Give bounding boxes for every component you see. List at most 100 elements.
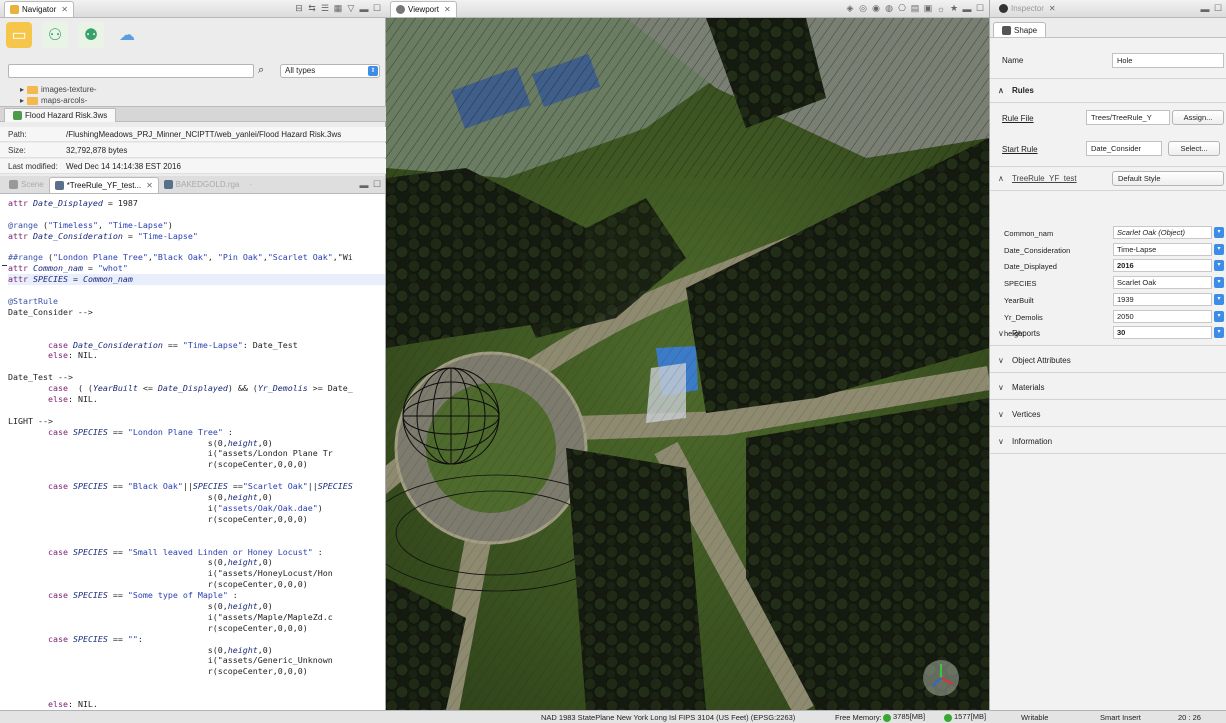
code-line[interactable] xyxy=(8,329,385,340)
collapse-all-icon[interactable]: ⊟ xyxy=(294,3,304,14)
code-line[interactable]: attr Date_Displayed = 1987 xyxy=(8,198,385,209)
section-header-reports[interactable]: ∨ Reports xyxy=(990,321,1226,346)
add-user-icon[interactable]: ⚇ xyxy=(42,22,68,48)
navigator-tab[interactable]: Navigator ✕ xyxy=(4,0,74,17)
viewport-tab[interactable]: Viewport ✕ xyxy=(390,0,457,17)
code-line[interactable] xyxy=(8,361,385,372)
lighting-icon[interactable]: ☼ xyxy=(936,4,946,14)
bookmark-star-icon[interactable]: ★ xyxy=(949,3,959,14)
start-rule-field[interactable]: Date_Consider xyxy=(1086,141,1162,156)
code-line[interactable] xyxy=(8,677,385,688)
attribute-value[interactable]: 2016 xyxy=(1113,259,1212,273)
attribute-dropdown-icon[interactable]: ▾ xyxy=(1214,310,1224,322)
code-line[interactable]: @range ("Timeless", "Time-Lapse") xyxy=(8,220,385,231)
code-line[interactable]: s(0,height,0) xyxy=(8,645,385,656)
maximize-icon[interactable]: ☐ xyxy=(372,3,382,14)
expand-arrow-icon[interactable]: ▸ xyxy=(20,96,24,105)
expand-arrow-icon[interactable]: ▸ xyxy=(20,85,24,94)
cloud-icon[interactable]: ☁ xyxy=(114,22,140,48)
textures-icon[interactable]: ◍ xyxy=(884,3,894,14)
code-line[interactable]: Date_Consider --> xyxy=(8,307,385,318)
open-folder-icon[interactable]: ▭ xyxy=(6,22,32,48)
code-line[interactable]: case SPECIES == "": xyxy=(8,634,385,645)
close-icon[interactable]: ✕ xyxy=(146,181,153,190)
code-line[interactable]: r(scopeCenter,0,0,0) xyxy=(8,514,385,525)
tree-item[interactable]: ▸ images-texture- xyxy=(20,85,97,94)
filter-icon[interactable]: ☰ xyxy=(320,3,330,14)
code-line[interactable]: s(0,height,0) xyxy=(8,601,385,612)
code-line[interactable]: attr SPECIES = Common_nam xyxy=(8,274,385,286)
minimize-icon[interactable]: ▬ xyxy=(962,4,972,14)
code-line[interactable]: attr Date_Consideration = "Time-Lapse" xyxy=(8,231,385,242)
close-icon[interactable]: ✕ xyxy=(1049,4,1056,13)
display-options-icon[interactable]: ⎔ xyxy=(897,3,907,14)
shading-mode-icon[interactable]: ◉ xyxy=(871,3,881,14)
code-line[interactable]: r(scopeCenter,0,0,0) xyxy=(8,623,385,634)
code-line[interactable] xyxy=(8,525,385,536)
rule-file-field[interactable]: Trees/TreeRule_Y xyxy=(1086,110,1170,125)
code-line[interactable]: case SPECIES == "Some type of Maple" : xyxy=(8,590,385,601)
search-icon[interactable]: ⌕ xyxy=(258,64,264,77)
code-line[interactable]: s(0,height,0) xyxy=(8,438,385,449)
code-line[interactable]: else: NIL. xyxy=(8,699,385,710)
code-line[interactable]: case ( (YearBuilt <= Date_Displayed) && … xyxy=(8,383,385,394)
search-input[interactable] xyxy=(8,64,254,78)
code-line[interactable]: i("assets/Oak/Oak.dae") xyxy=(8,503,385,514)
tab-overflow[interactable]: - xyxy=(244,177,257,193)
attribute-dropdown-icon[interactable]: ▾ xyxy=(1214,227,1224,238)
code-line[interactable]: i("assets/HoneyLocust/Hon xyxy=(8,568,385,579)
attribute-value[interactable]: 1939 xyxy=(1113,292,1212,306)
code-line[interactable] xyxy=(8,209,385,220)
attribute-value[interactable]: Scarlet Oak (Object) xyxy=(1113,226,1212,239)
close-icon[interactable]: ✕ xyxy=(444,5,451,14)
code-line[interactable]: else: NIL. xyxy=(8,394,385,405)
rule-file-label[interactable]: Rule File xyxy=(1002,114,1034,123)
attribute-dropdown-icon[interactable]: ▾ xyxy=(1214,260,1224,272)
camera-bookmarks-icon[interactable]: ▣ xyxy=(923,3,933,14)
navigation-mode-icon[interactable]: ◈ xyxy=(845,3,855,14)
3d-scene-render[interactable] xyxy=(386,18,989,710)
tab-treerule[interactable]: *TreeRule_YF_test... ✕ xyxy=(48,176,159,193)
code-line[interactable]: r(scopeCenter,0,0,0) xyxy=(8,579,385,590)
minimize-icon[interactable]: ▬ xyxy=(1200,4,1210,14)
style-select[interactable]: Default Style xyxy=(1112,171,1224,186)
attribute-row[interactable]: Date_Consideration Time-Lapse ▾ xyxy=(990,242,1226,258)
code-line[interactable]: s(0,height,0) xyxy=(8,492,385,503)
code-line[interactable] xyxy=(8,470,385,481)
code-line[interactable] xyxy=(8,536,385,547)
code-line[interactable] xyxy=(8,285,385,296)
rule-name-link[interactable]: TreeRule_YF_test xyxy=(1012,174,1077,183)
axis-gizmo[interactable] xyxy=(923,660,959,696)
rules-section-header[interactable]: ∧ Rules xyxy=(990,78,1226,103)
code-line[interactable] xyxy=(8,318,385,329)
layout-icon[interactable]: ▦ xyxy=(333,3,343,14)
code-line[interactable]: else: NIL. xyxy=(8,350,385,361)
code-line[interactable]: case Date_Consideration == "Time-Lapse":… xyxy=(8,340,385,351)
start-rule-label[interactable]: Start Rule xyxy=(1002,145,1038,154)
code-line[interactable] xyxy=(8,405,385,416)
attribute-value[interactable]: Scarlet Oak xyxy=(1113,276,1212,290)
maximize-icon[interactable]: ☐ xyxy=(1213,3,1223,14)
section-header-vertices[interactable]: ∨ Vertices xyxy=(990,402,1226,427)
name-field[interactable]: Hole xyxy=(1112,53,1224,68)
code-line[interactable]: s(0,height,0) xyxy=(8,557,385,568)
section-header-materials[interactable]: ∨ Materials xyxy=(990,375,1226,400)
code-line[interactable] xyxy=(8,242,385,253)
code-line[interactable] xyxy=(8,688,385,699)
minimize-icon[interactable]: ▬ xyxy=(359,180,369,190)
attribute-dropdown-icon[interactable]: ▾ xyxy=(1214,243,1224,255)
code-editor[interactable]: attr Date_Displayed = 1987 @range ("Time… xyxy=(0,198,385,710)
link-editor-icon[interactable]: ⇆ xyxy=(307,3,317,14)
tab-scene[interactable]: Scene xyxy=(4,177,49,193)
code-line[interactable]: case SPECIES == "London Plane Tree" : xyxy=(8,427,385,438)
viewport-panel[interactable]: Viewport ✕ ◈ ◎ ◉ ◍ ⎔ ▤ ▣ ☼ ★ ▬ ☐ xyxy=(386,0,989,710)
attribute-row[interactable]: YearBuilt 1939 ▾ xyxy=(990,292,1226,308)
tab-bakedgold[interactable]: BAKEDGOLD.rga xyxy=(159,177,245,193)
code-line[interactable]: attr Common_nam = "whot" xyxy=(8,263,385,274)
attribute-dropdown-icon[interactable]: ▾ xyxy=(1214,293,1224,305)
inspector-tab[interactable]: Inspector ✕ xyxy=(994,1,1061,17)
maximize-icon[interactable]: ☐ xyxy=(975,3,985,14)
share-users-icon[interactable]: ⚉ xyxy=(78,22,104,48)
code-line[interactable]: Date_Test --> xyxy=(8,372,385,383)
maximize-icon[interactable]: ☐ xyxy=(372,179,382,190)
